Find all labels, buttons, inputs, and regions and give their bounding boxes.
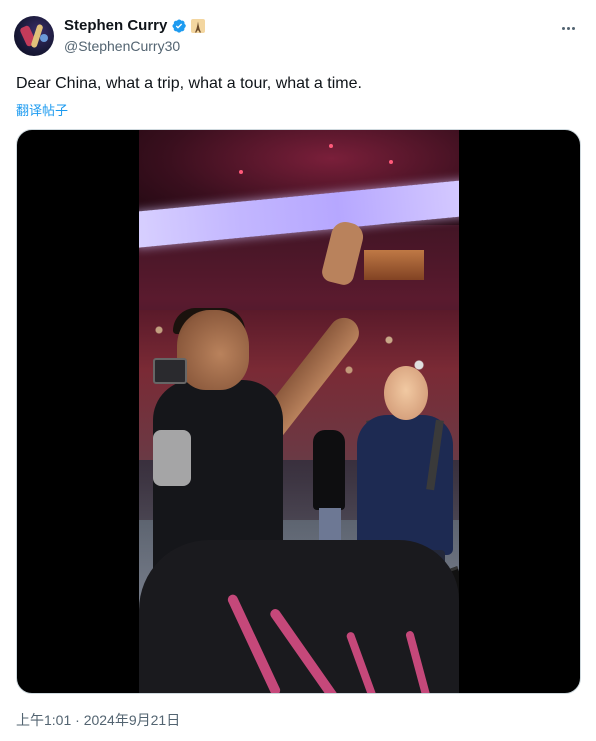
shirt-logo — [153, 430, 191, 486]
security-guard-head — [384, 366, 428, 420]
person-background — [313, 430, 345, 510]
tweet-header: Stephen Curry @StephenCurry30 — [14, 14, 582, 60]
video-player[interactable] — [16, 129, 581, 694]
foreground-person — [139, 540, 459, 693]
display-name[interactable]: Stephen Curry — [64, 17, 167, 34]
video-frame — [139, 130, 459, 693]
more-horizontal-icon[interactable] — [556, 18, 580, 38]
eiffel-tower-icon — [191, 18, 206, 33]
tweet-timestamp[interactable]: 上午1:01 · 2024年9月21日 — [16, 710, 180, 730]
verified-badge-icon[interactable] — [171, 18, 187, 34]
translate-post-link[interactable]: 翻译帖子 — [16, 100, 68, 119]
phone-camera — [153, 358, 187, 384]
avatar[interactable] — [14, 16, 54, 56]
tweet-text: Dear China, what a trip, what a tour, wh… — [16, 75, 362, 92]
tweet-card: Stephen Curry @StephenCurry30 Dear China… — [0, 0, 596, 741]
arena-suite-window — [364, 250, 424, 280]
user-handle[interactable]: @StephenCurry30 — [64, 38, 180, 54]
player-head — [177, 310, 249, 390]
name-row: Stephen Curry — [64, 17, 206, 34]
